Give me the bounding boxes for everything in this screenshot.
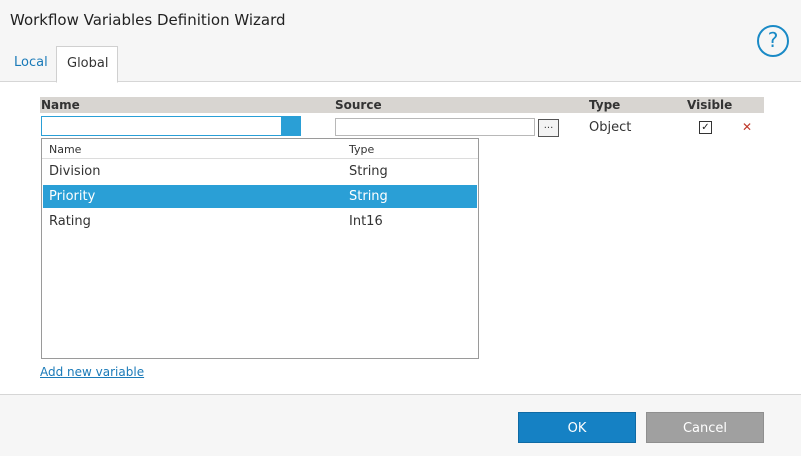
dropdown-item-type: String (349, 189, 388, 204)
tab-local[interactable]: Local (6, 46, 54, 83)
variable-source-input[interactable] (335, 118, 535, 136)
column-header-visible: Visible (687, 98, 733, 112)
dropdown-item-division[interactable]: Division String (43, 160, 477, 183)
variable-type-value: Object (589, 120, 632, 135)
dropdown-header: Name Type (42, 139, 478, 159)
browse-source-button[interactable]: ... (538, 119, 559, 137)
variable-name-dropdown: Name Type Division String Priority Strin… (41, 138, 479, 359)
ok-button[interactable]: OK (518, 412, 636, 443)
delete-icon[interactable]: ✕ (741, 120, 753, 134)
column-header-source: Source (335, 98, 382, 112)
dropdown-column-name: Name (49, 143, 82, 156)
dropdown-item-name: Rating (49, 214, 91, 229)
dropdown-icon[interactable] (282, 116, 301, 136)
dropdown-item-name: Priority (49, 189, 96, 204)
cancel-button[interactable]: Cancel (646, 412, 764, 443)
variables-grid-header: Name Source Type Visible (40, 97, 764, 113)
dropdown-item-type: Int16 (349, 214, 383, 229)
dropdown-item-rating[interactable]: Rating Int16 (43, 210, 477, 233)
tab-global[interactable]: Global (56, 46, 118, 83)
column-header-type: Type (589, 98, 621, 112)
dropdown-item-name: Division (49, 164, 101, 179)
add-new-variable-link[interactable]: Add new variable (40, 365, 144, 379)
variable-name-input[interactable] (41, 116, 282, 136)
dialog-header: Workflow Variables Definition Wizard ? L… (0, 0, 801, 83)
dropdown-item-priority[interactable]: Priority String (43, 185, 477, 208)
dialog-footer: OK Cancel (0, 394, 801, 456)
variable-row: ... Object ✓ ✕ (40, 114, 764, 140)
visible-checkbox[interactable]: ✓ (699, 121, 712, 134)
dropdown-column-type: Type (349, 143, 375, 156)
help-icon[interactable]: ? (757, 25, 789, 57)
column-header-name: Name (41, 98, 80, 112)
dropdown-item-type: String (349, 164, 388, 179)
dialog-title: Workflow Variables Definition Wizard (10, 11, 286, 29)
